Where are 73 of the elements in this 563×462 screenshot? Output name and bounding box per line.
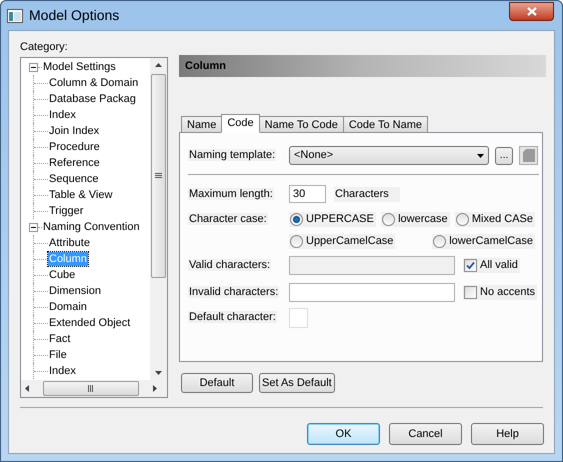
checkbox[interactable] — [464, 286, 477, 298]
template-dropdown[interactable]: <None> — [289, 146, 490, 165]
checkbox-label: All valid — [480, 258, 518, 272]
scroll-right-icon[interactable] — [153, 385, 157, 392]
tree-item[interactable]: Trigger — [48, 204, 84, 218]
radio-button[interactable] — [456, 212, 469, 226]
radio-label: lowercase — [398, 212, 448, 227]
app-icon — [7, 8, 23, 22]
tree-item[interactable]: Domain — [48, 300, 88, 314]
tree-item[interactable]: Dimension — [48, 284, 102, 298]
radio-button[interactable] — [433, 234, 446, 248]
radio-label: UpperCamelCase — [306, 234, 394, 248]
panel-button[interactable]: Default — [181, 373, 253, 393]
horizontal-scrollbar[interactable] — [21, 380, 167, 397]
tree-item[interactable]: Sequence — [48, 172, 100, 186]
dropdown-arrow-icon — [477, 154, 484, 158]
tree-item[interactable]: Model Settings — [42, 58, 117, 76]
window-title: Model Options — [29, 6, 120, 25]
tab[interactable]: Name To Code — [258, 116, 344, 133]
tab[interactable]: Code — [221, 114, 260, 133]
tree-item[interactable]: Database Packag — [48, 92, 137, 106]
radio-label: lowerCamelCase — [449, 234, 533, 248]
tree-item[interactable]: Table & View — [48, 188, 114, 202]
radio-button[interactable] — [290, 212, 303, 226]
radio-button[interactable] — [382, 212, 396, 226]
collapse-icon[interactable] — [29, 222, 38, 232]
close-icon — [526, 7, 536, 16]
tab[interactable]: Code To Name — [342, 116, 428, 133]
tree-item[interactable]: Reference — [48, 156, 101, 170]
section-header: Column — [179, 55, 546, 77]
tree-item[interactable]: Cube — [48, 268, 76, 282]
vertical-scrollbar[interactable] — [150, 58, 167, 380]
scroll-down-icon[interactable] — [155, 371, 162, 375]
tree-item[interactable]: Attribute — [48, 236, 91, 250]
collapse-icon[interactable] — [29, 62, 38, 72]
tree-item[interactable]: Index — [48, 364, 77, 378]
radio-label: Mixed CASe — [472, 212, 533, 227]
scroll-up-icon[interactable] — [155, 63, 162, 67]
tree-item[interactable]: Index — [48, 108, 77, 122]
field-label: Invalid characters: — [188, 286, 280, 298]
field-label: Default character: — [188, 311, 277, 324]
field-label: Valid characters: — [188, 258, 272, 271]
field-label: Character case: — [188, 213, 268, 225]
radio-button[interactable] — [290, 234, 303, 248]
default-character-field[interactable] — [289, 308, 308, 328]
page-icon — [522, 149, 535, 162]
dialog-button[interactable]: Help — [471, 423, 544, 445]
grip-icon — [155, 173, 162, 179]
dialog-button[interactable]: Cancel — [389, 423, 462, 445]
tree-item[interactable]: File — [48, 348, 68, 362]
field-label: Naming template: — [188, 149, 276, 162]
unit-label: Characters — [334, 186, 400, 202]
scroll-left-icon[interactable] — [25, 385, 29, 392]
characters-field[interactable] — [289, 282, 455, 302]
length-field[interactable]: 30 — [289, 185, 326, 203]
browse-button[interactable]: ... — [495, 146, 514, 164]
grip-icon — [88, 385, 94, 392]
checkbox-label: No accents — [480, 284, 536, 300]
field-label: Maximum length: — [188, 188, 274, 200]
tree-item[interactable]: Naming Convention — [42, 218, 141, 236]
category-label: Category: — [20, 40, 69, 55]
tree-item[interactable]: Fact — [48, 332, 72, 346]
tree-item[interactable]: Extended Object — [48, 316, 132, 330]
radio-label: UPPERCASE — [306, 212, 374, 227]
tree-item[interactable]: Column & Domain — [48, 76, 140, 90]
tab[interactable]: Name — [181, 116, 222, 133]
properties-button[interactable] — [519, 146, 538, 165]
panel-button[interactable]: Set As Default — [259, 373, 335, 393]
tree-item[interactable]: Join Index — [48, 124, 100, 138]
close-button[interactable] — [509, 2, 554, 21]
checkmark-icon — [466, 260, 475, 270]
tree-item[interactable]: Procedure — [48, 140, 101, 154]
dialog-button[interactable]: OK — [307, 423, 380, 445]
